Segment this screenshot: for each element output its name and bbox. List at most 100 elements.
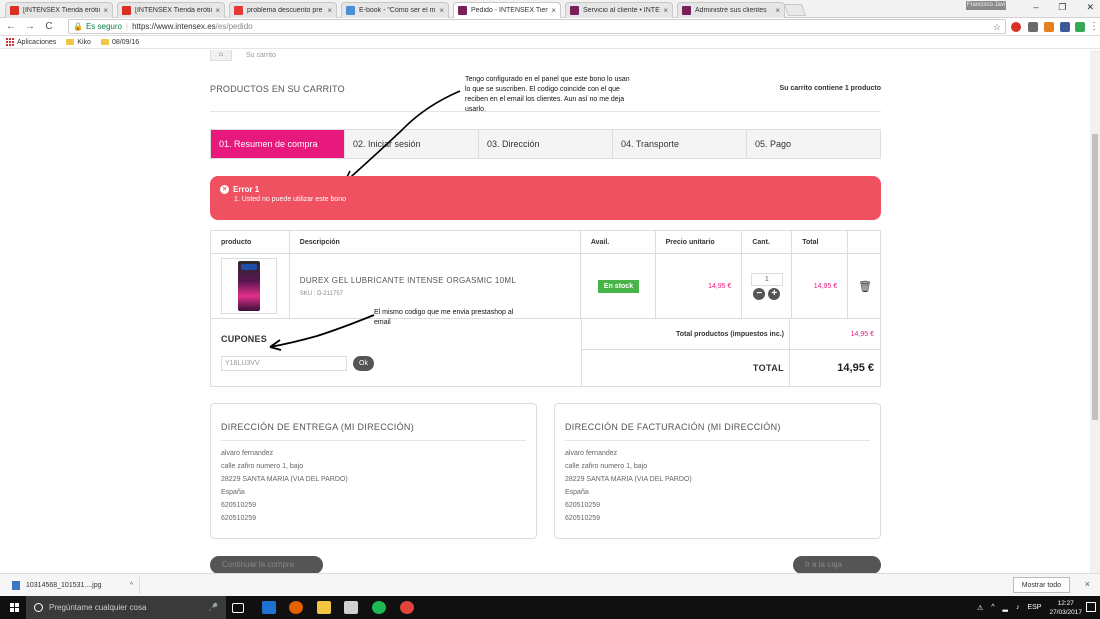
browser-tab[interactable]: Administre sus clientes × xyxy=(677,2,785,18)
checkout-step[interactable]: 03. Dirección xyxy=(479,130,613,158)
back-icon[interactable]: ← xyxy=(3,21,19,32)
task-view-icon[interactable] xyxy=(232,603,244,613)
download-item[interactable]: 10314568_101531....jpg ^ xyxy=(12,576,140,594)
col-header: Cant. xyxy=(742,231,793,253)
forward-icon[interactable]: → xyxy=(22,21,38,32)
annotation-line: El mismo codigo que me envia prestashop … xyxy=(374,309,514,316)
scrollbar-thumb[interactable] xyxy=(1092,134,1098,420)
total-products-value: 14,95 € xyxy=(850,330,874,338)
bookmark-item[interactable]: Kiko xyxy=(66,39,91,46)
chrome-icon[interactable] xyxy=(400,601,414,614)
address-line: 620510259 xyxy=(565,515,601,522)
favicon-icon xyxy=(682,6,691,15)
tab-title: problema descuento pre xyxy=(247,7,323,14)
close-window-button[interactable]: ✕ xyxy=(1086,2,1094,13)
tab-close-icon[interactable]: × xyxy=(663,6,668,15)
reload-icon[interactable]: C xyxy=(41,21,57,32)
breadcrumb-current: Su carrito xyxy=(246,52,276,59)
new-tab-button[interactable] xyxy=(783,4,807,16)
total-products-label: Total productos (impuestos inc.) xyxy=(582,319,790,349)
browser-tab[interactable]: E-book - "Cómo ser el m × xyxy=(341,2,449,18)
browser-tab[interactable]: [INTENSEX Tienda erótica × xyxy=(5,2,113,18)
chevron-up-icon[interactable]: ^ xyxy=(991,604,994,611)
taskbar-search[interactable]: Pregúntame cualquier cosa 🎤 xyxy=(26,596,226,619)
close-icon[interactable]: × xyxy=(1085,579,1090,589)
file-explorer-icon[interactable] xyxy=(317,601,331,614)
bookmark-label: Aplicaciones xyxy=(17,38,57,46)
tab-close-icon[interactable]: × xyxy=(551,6,556,15)
spotify-icon[interactable] xyxy=(372,601,386,614)
annotation-arrow-error xyxy=(343,90,461,184)
annotation-coupon: El mismo codigo que me envia prestashop … xyxy=(374,308,513,328)
chevron-up-icon[interactable]: ^ xyxy=(130,582,133,589)
page-viewport: ⌂ Su carrito PRODUCTOS EN SU CARRITO Su … xyxy=(0,50,1090,573)
product-image[interactable] xyxy=(221,258,277,314)
extension-icon[interactable] xyxy=(1075,22,1085,32)
product-name[interactable]: DUREX GEL LUBRICANTE INTENSE ORGASMIC 10… xyxy=(300,276,516,285)
volume-icon[interactable]: ♪ xyxy=(1016,604,1020,611)
language-indicator[interactable]: ESP xyxy=(1027,604,1041,611)
coupon-ok-button[interactable]: Ok xyxy=(353,356,374,371)
trash-icon[interactable]: 🗑 xyxy=(858,280,872,293)
mic-icon[interactable]: 🎤 xyxy=(208,603,218,612)
tab-close-icon[interactable]: × xyxy=(327,6,332,15)
checkout-step[interactable]: 05. Pago xyxy=(747,130,880,158)
col-header: Descripción xyxy=(290,231,581,253)
checkout-step[interactable]: 04. Transporte xyxy=(613,130,747,158)
bookmark-star-icon[interactable]: ☆ xyxy=(993,22,1001,33)
minimize-button[interactable]: – xyxy=(1033,2,1038,13)
home-icon[interactable]: ⌂ xyxy=(210,50,232,61)
col-header: Total xyxy=(792,231,849,253)
quantity-minus-button[interactable]: − xyxy=(753,287,766,300)
tab-close-icon[interactable]: × xyxy=(775,6,780,15)
bookmark-item[interactable]: Aplicaciones xyxy=(6,38,56,46)
bookmark-item[interactable]: 08/09/16 xyxy=(100,39,139,46)
browser-tab[interactable]: Pedido - INTENSEX Tien × xyxy=(453,2,561,18)
edge-icon[interactable] xyxy=(262,601,276,614)
coupon-input[interactable]: Y18LU3VV xyxy=(221,356,347,371)
maximize-button[interactable]: ❐ xyxy=(1058,2,1066,13)
browser-tab[interactable]: [INTENSEX Tienda erótica × xyxy=(117,2,225,18)
profile-button[interactable]: Francisco Javi xyxy=(966,1,1006,10)
warning-icon[interactable]: ⚠ xyxy=(977,604,983,612)
table-row: DUREX GEL LUBRICANTE INTENSE ORGASMIC 10… xyxy=(211,254,880,319)
menu-icon[interactable]: ⋮ xyxy=(1089,21,1099,32)
tab-close-icon[interactable]: × xyxy=(215,6,220,15)
tab-close-icon[interactable]: × xyxy=(103,6,108,15)
checkout-step[interactable]: 01. Resumen de compra xyxy=(211,130,345,158)
address-line: España xyxy=(565,489,589,496)
address-line: 620510259 xyxy=(221,515,257,522)
tab-close-icon[interactable]: × xyxy=(439,6,444,15)
extension-icon[interactable] xyxy=(1028,22,1038,32)
firefox-icon[interactable] xyxy=(289,601,303,614)
quantity-plus-button[interactable]: + xyxy=(768,287,781,300)
unit-price: 14,95 € xyxy=(708,282,732,290)
store-icon[interactable] xyxy=(344,601,358,614)
adblock-extension-icon[interactable] xyxy=(1011,22,1021,32)
clock[interactable]: 12:27 27/03/2017 xyxy=(1049,599,1082,617)
col-header xyxy=(848,231,880,253)
address-bar[interactable]: 🔒 Es seguro | https://www.intensex.es/es… xyxy=(68,19,1006,34)
col-header: Avail. xyxy=(581,231,656,253)
rss-extension-icon[interactable] xyxy=(1044,22,1054,32)
windows-start-icon[interactable] xyxy=(10,602,20,613)
breadcrumb: ⌂ Su carrito xyxy=(210,50,276,61)
notifications-icon[interactable] xyxy=(1086,602,1096,612)
quantity-input[interactable]: 1 xyxy=(750,272,783,286)
show-all-downloads-button[interactable]: Mostrar todo xyxy=(1012,577,1070,593)
scrollbar[interactable] xyxy=(1090,50,1100,573)
toolbar: ← → C 🔒 Es seguro | https://www.intensex… xyxy=(0,18,1100,36)
error-alert: × Error 1 1. Usted no puede utilizar est… xyxy=(210,176,881,220)
tab-title: [INTENSEX Tienda erótica xyxy=(135,7,213,14)
taskbar: Pregúntame cualquier cosa 🎤 ⚠ ^ ▂ ♪ ESP … xyxy=(0,596,1100,619)
annotation-line: email xyxy=(374,319,391,326)
browser-tab[interactable]: Servicio al cliente • INTE × xyxy=(565,2,673,18)
continue-shopping-button[interactable]: Continuar la compra xyxy=(210,556,323,573)
annotation-arrow-coupon xyxy=(269,314,375,351)
annotation-line: Tengo configurado en el panel que este b… xyxy=(465,76,630,83)
extension-icon[interactable] xyxy=(1060,22,1070,32)
browser-tab[interactable]: problema descuento pre × xyxy=(229,2,337,18)
tab-strip: [INTENSEX Tienda erótica × [INTENSEX Tiend… xyxy=(0,0,1100,18)
network-icon[interactable]: ▂ xyxy=(1003,604,1008,612)
checkout-button[interactable]: Ir a la caja xyxy=(793,556,881,573)
